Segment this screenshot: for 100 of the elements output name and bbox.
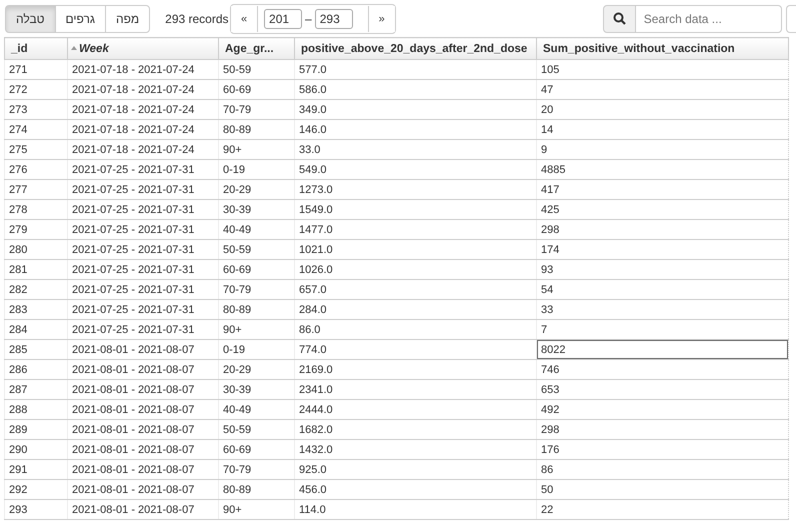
column-header[interactable]: _id bbox=[4, 38, 68, 60]
table-cell: 50-59 bbox=[218, 240, 294, 260]
table-cell: 285 bbox=[4, 340, 68, 360]
table-cell: 1549.0 bbox=[294, 200, 536, 220]
table-cell: 549.0 bbox=[294, 160, 536, 180]
table-cell: 284 bbox=[4, 320, 68, 340]
table-cell: 2021-08-01 - 2021-08-07 bbox=[68, 440, 218, 460]
table-cell: 282 bbox=[4, 280, 68, 300]
table-cell: 349.0 bbox=[294, 100, 536, 120]
table-cell: 20 bbox=[536, 100, 788, 120]
table-cell: 22 bbox=[536, 500, 788, 520]
column-header[interactable]: Sum_positive_without_vaccination bbox=[536, 38, 788, 60]
table-cell: 298 bbox=[536, 420, 788, 440]
table-cell: 86 bbox=[536, 460, 788, 480]
table-cell: 2021-07-18 - 2021-07-24 bbox=[68, 140, 218, 160]
table-cell: 286 bbox=[4, 360, 68, 380]
table-cell: 2021-08-01 - 2021-08-07 bbox=[68, 500, 218, 520]
table-cell: 417 bbox=[536, 180, 788, 200]
table-cell: 90+ bbox=[218, 140, 294, 160]
table-cell: 2021-08-01 - 2021-08-07 bbox=[68, 400, 218, 420]
table-cell: 80-89 bbox=[218, 300, 294, 320]
table-cell: 90+ bbox=[218, 320, 294, 340]
table-cell: 2021-08-01 - 2021-08-07 bbox=[68, 420, 218, 440]
table-cell: 2021-07-25 - 2021-07-31 bbox=[68, 320, 218, 340]
table-cell: 292 bbox=[4, 480, 68, 500]
table-cell: 293 bbox=[4, 500, 68, 520]
table-cell: 2021-07-18 - 2021-07-24 bbox=[68, 120, 218, 140]
table-cell: 289 bbox=[4, 420, 68, 440]
table-cell: 2021-07-25 - 2021-07-31 bbox=[68, 260, 218, 280]
page-to-field[interactable]: 293 bbox=[314, 8, 353, 28]
table-cell: 0-19 bbox=[218, 160, 294, 180]
table-cell: 60-69 bbox=[218, 80, 294, 100]
table-cell: 278 bbox=[4, 200, 68, 220]
table-cell: 281 bbox=[4, 260, 68, 280]
table-cell: 70-79 bbox=[218, 460, 294, 480]
table-cell: 492 bbox=[536, 400, 788, 420]
table-cell: 288 bbox=[4, 400, 68, 420]
search-icon bbox=[612, 12, 626, 25]
table-cell: 2021-07-25 - 2021-07-31 bbox=[68, 240, 218, 260]
table-cell: 1026.0 bbox=[294, 260, 536, 280]
table-cell: 2444.0 bbox=[294, 400, 536, 420]
table-cell: 2021-08-01 - 2021-08-07 bbox=[68, 480, 218, 500]
table-cell: 925.0 bbox=[294, 460, 536, 480]
table-cell: 2021-08-01 - 2021-08-07 bbox=[68, 460, 218, 480]
table-cell: 774.0 bbox=[294, 340, 536, 360]
table-cell: 90+ bbox=[218, 500, 294, 520]
table-cell: 80-89 bbox=[218, 120, 294, 140]
table-cell: 50-59 bbox=[218, 420, 294, 440]
table-cell: 2021-07-18 - 2021-07-24 bbox=[68, 80, 218, 100]
page-from-field[interactable]: 201 bbox=[264, 8, 302, 28]
table-cell: 2021-07-25 - 2021-07-31 bbox=[68, 180, 218, 200]
table-cell: 2169.0 bbox=[294, 360, 536, 380]
table-cell: 425 bbox=[536, 200, 788, 220]
table-cell: 456.0 bbox=[294, 480, 536, 500]
table-cell: 1682.0 bbox=[294, 420, 536, 440]
search-button[interactable] bbox=[602, 4, 636, 32]
table-cell: 176 bbox=[536, 440, 788, 460]
view-tab[interactable]: מפה bbox=[104, 4, 150, 32]
table-cell: 280 bbox=[4, 240, 68, 260]
table-cell: 114.0 bbox=[294, 500, 536, 520]
table-cell: 14 bbox=[536, 120, 788, 140]
table-cell: 105 bbox=[536, 60, 788, 80]
table-cell: 276 bbox=[4, 160, 68, 180]
table-cell: 30-39 bbox=[218, 380, 294, 400]
column-header[interactable]: positive_above_20_days_after_2nd_dose bbox=[294, 38, 536, 60]
table-cell: 586.0 bbox=[294, 80, 536, 100]
table-cell: 271 bbox=[4, 60, 68, 80]
table-cell: 287 bbox=[4, 380, 68, 400]
table-cell: 2021-08-01 - 2021-08-07 bbox=[68, 380, 218, 400]
table-cell: 33 bbox=[536, 300, 788, 320]
table-cell: 54 bbox=[536, 280, 788, 300]
table-cell: 2021-07-18 - 2021-07-24 bbox=[68, 100, 218, 120]
table-cell: 291 bbox=[4, 460, 68, 480]
table-cell: 174 bbox=[536, 240, 788, 260]
table-cell: 86.0 bbox=[294, 320, 536, 340]
table-cell: 60-69 bbox=[218, 440, 294, 460]
table-cell: 1432.0 bbox=[294, 440, 536, 460]
table-cell: 40-49 bbox=[218, 400, 294, 420]
table-cell: 279 bbox=[4, 220, 68, 240]
table-cell: 272 bbox=[4, 80, 68, 100]
table-cell: 50 bbox=[536, 480, 788, 500]
table-cell: 1273.0 bbox=[294, 180, 536, 200]
view-tab[interactable]: גרפים bbox=[54, 4, 106, 32]
range-separator: – bbox=[305, 12, 312, 26]
table-cell: 146.0 bbox=[294, 120, 536, 140]
table-cell: 47 bbox=[536, 80, 788, 100]
table-cell: 1477.0 bbox=[294, 220, 536, 240]
table-cell: 9 bbox=[536, 140, 788, 160]
column-header[interactable]: Age_gr... bbox=[218, 38, 294, 60]
table-cell: 80-89 bbox=[218, 480, 294, 500]
record-count: 293 records bbox=[165, 12, 230, 26]
table-cell: 60-69 bbox=[218, 260, 294, 280]
column-header[interactable]: Week bbox=[68, 38, 218, 60]
table-cell: 274 bbox=[4, 120, 68, 140]
table-cell: 284.0 bbox=[294, 300, 536, 320]
table-cell: 746 bbox=[536, 360, 788, 380]
search-field[interactable]: Search data ... bbox=[636, 4, 782, 32]
table-cell: 8022 bbox=[536, 340, 788, 360]
view-tab[interactable]: טבלה bbox=[5, 4, 56, 32]
table-cell: 577.0 bbox=[294, 60, 536, 80]
